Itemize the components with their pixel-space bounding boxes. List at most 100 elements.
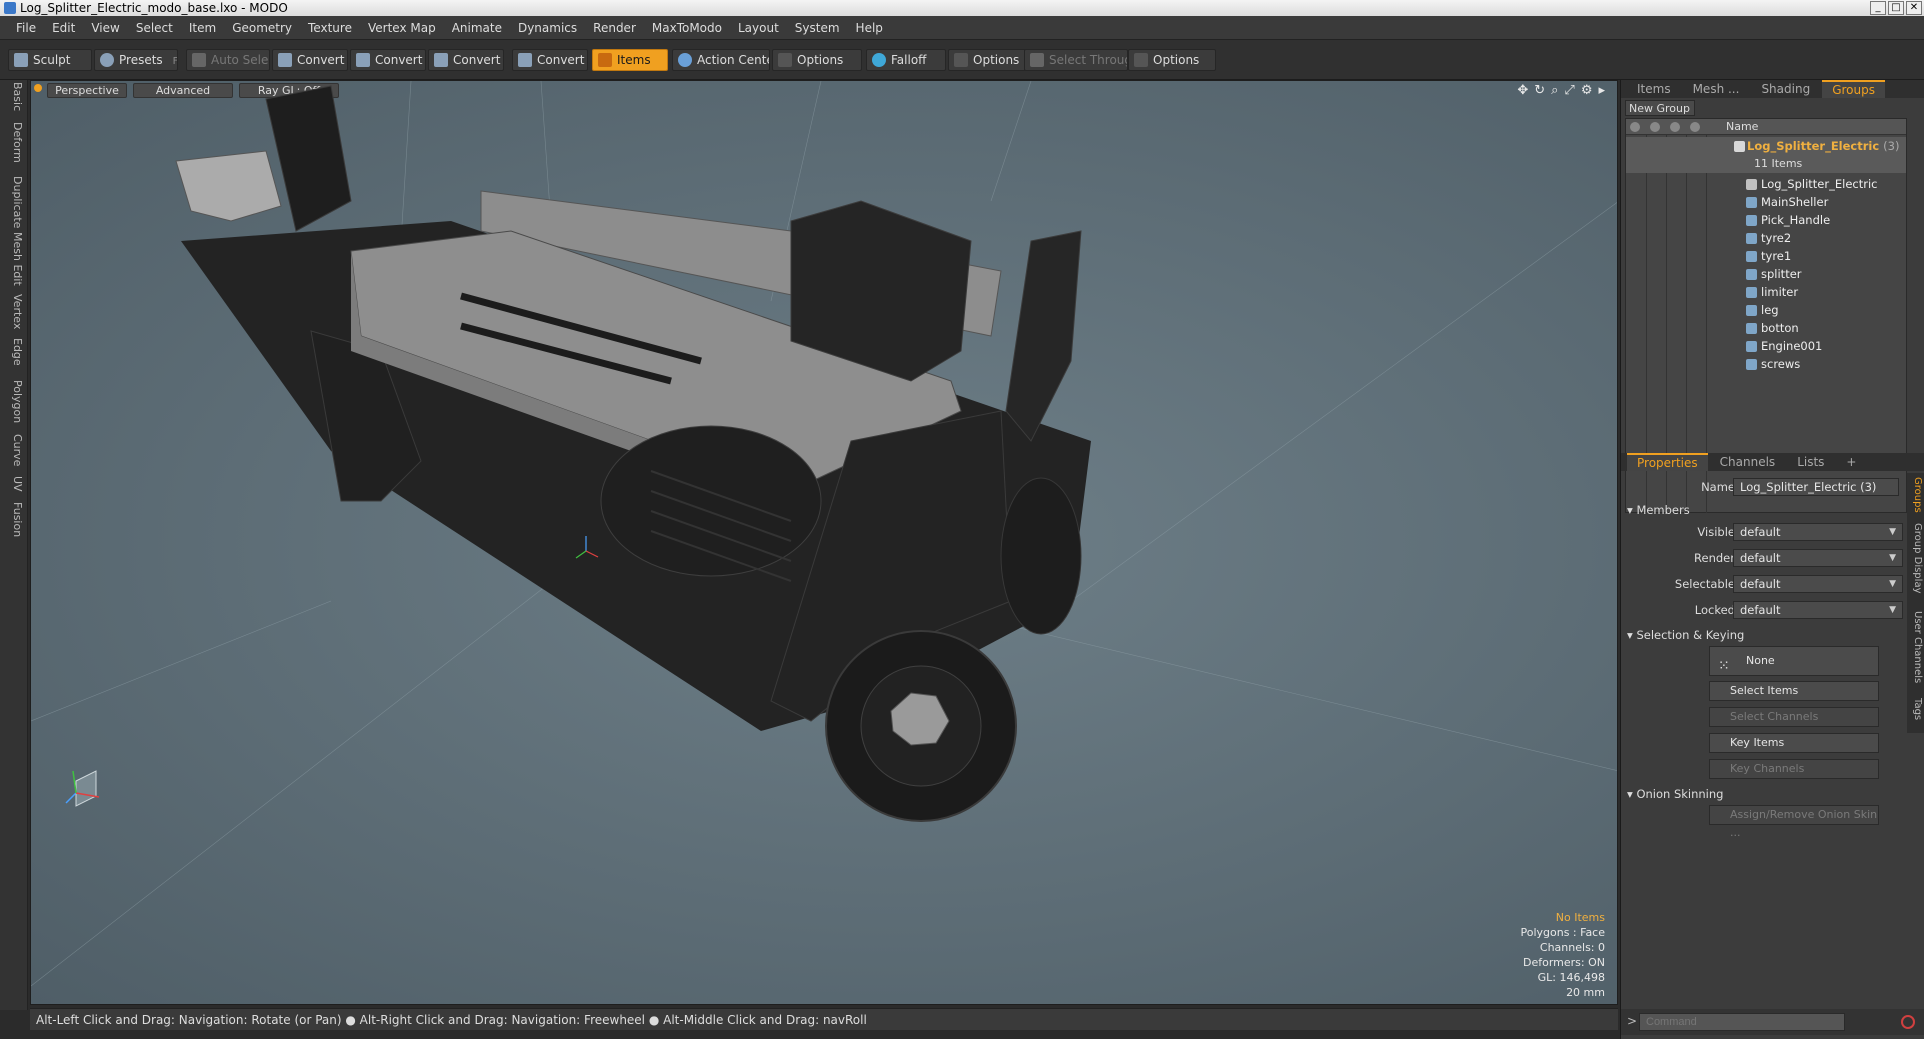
selectable-dropdown[interactable]: default ▼ bbox=[1733, 575, 1903, 593]
key-channels-button[interactable]: Key Channels bbox=[1709, 759, 1879, 779]
menu-layout[interactable]: Layout bbox=[730, 21, 787, 35]
side-tab-group-display[interactable]: Group Display bbox=[1909, 523, 1923, 593]
side-tab-tags[interactable]: Tags bbox=[1909, 698, 1923, 720]
tab-uv[interactable]: UV bbox=[4, 476, 24, 492]
members-section-header[interactable]: ▾ Members bbox=[1627, 503, 1690, 517]
engine-motor bbox=[600, 425, 822, 577]
convert-vertices-button[interactable]: Convert bbox=[272, 49, 348, 71]
falloff-options-button[interactable]: Options bbox=[948, 49, 1028, 71]
auto-select-button[interactable]: Auto Select bbox=[186, 49, 270, 71]
status-bar: Alt-Left Click and Drag: Navigation: Rot… bbox=[30, 1008, 1618, 1030]
side-tab-user-channels[interactable]: User Channels bbox=[1909, 611, 1923, 683]
list-item[interactable]: Log_Splitter_Electric bbox=[1626, 175, 1906, 193]
convert-materials-button[interactable]: Convert bbox=[512, 49, 588, 71]
tab-curve[interactable]: Curve bbox=[4, 434, 24, 466]
menu-help[interactable]: Help bbox=[848, 21, 891, 35]
list-item[interactable]: Pick_Handle bbox=[1626, 211, 1906, 229]
menu-select[interactable]: Select bbox=[128, 21, 181, 35]
key-items-button[interactable]: Key Items bbox=[1709, 733, 1879, 753]
menu-animate[interactable]: Animate bbox=[444, 21, 510, 35]
select-through-button[interactable]: Select Through bbox=[1024, 49, 1128, 71]
group-name-field[interactable]: Log_Splitter_Electric (3) bbox=[1733, 478, 1899, 496]
tab-lists[interactable]: Lists bbox=[1787, 453, 1834, 471]
new-group-button[interactable]: New Group bbox=[1625, 100, 1695, 116]
render-column-icon[interactable] bbox=[1650, 122, 1660, 132]
list-item[interactable]: Engine001 bbox=[1626, 337, 1906, 355]
menu-texture[interactable]: Texture bbox=[300, 21, 360, 35]
render-dropdown[interactable]: default ▼ bbox=[1733, 549, 1903, 567]
visibility-column-icon[interactable] bbox=[1630, 122, 1640, 132]
tab-channels[interactable]: Channels bbox=[1710, 453, 1786, 471]
tab-fusion[interactable]: Fusion bbox=[4, 502, 24, 537]
select-channels-button[interactable]: Select Channels bbox=[1709, 707, 1879, 727]
window-title: Log_Splitter_Electric_modo_base.lxo - MO… bbox=[20, 1, 288, 15]
sculpt-button[interactable]: Sculpt bbox=[8, 49, 92, 71]
action-center-options-button[interactable]: Options bbox=[772, 49, 862, 71]
tab-items[interactable]: Items bbox=[1627, 80, 1681, 98]
tab-groups[interactable]: Groups bbox=[1822, 80, 1885, 98]
tab-properties[interactable]: Properties bbox=[1627, 453, 1708, 471]
mesh-icon bbox=[1746, 233, 1757, 244]
options-icon bbox=[954, 53, 968, 67]
locked-dropdown[interactable]: default ▼ bbox=[1733, 601, 1903, 619]
side-tab-groups[interactable]: Groups bbox=[1909, 477, 1923, 513]
group-row[interactable]: Log_Splitter_Electric (3) 11 Items bbox=[1626, 137, 1906, 173]
menu-render[interactable]: Render bbox=[585, 21, 644, 35]
tab-deform[interactable]: Deform bbox=[4, 122, 24, 163]
select-column-icon[interactable] bbox=[1690, 122, 1700, 132]
visible-row: Visible default ▼ bbox=[1621, 522, 1924, 542]
mesh-icon bbox=[1746, 197, 1757, 208]
tab-duplicate[interactable]: Duplicate bbox=[4, 176, 24, 228]
list-item[interactable]: splitter bbox=[1626, 265, 1906, 283]
tab-vertex[interactable]: Vertex bbox=[4, 294, 24, 329]
add-tab-button[interactable]: + bbox=[1836, 453, 1866, 471]
tab-mesh-edit[interactable]: Mesh Edit bbox=[4, 232, 24, 286]
close-button[interactable]: ✕ bbox=[1906, 1, 1922, 15]
menu-view[interactable]: View bbox=[83, 21, 127, 35]
tab-mesh[interactable]: Mesh ... bbox=[1683, 80, 1750, 98]
maximize-button[interactable]: □ bbox=[1888, 1, 1904, 15]
list-item[interactable]: botton bbox=[1626, 319, 1906, 337]
minimize-button[interactable]: _ bbox=[1870, 1, 1886, 15]
list-item[interactable]: tyre2 bbox=[1626, 229, 1906, 247]
menu-edit[interactable]: Edit bbox=[44, 21, 83, 35]
command-input[interactable] bbox=[1639, 1013, 1845, 1031]
convert-polygons-button[interactable]: Convert bbox=[428, 49, 504, 71]
onion-skinning-section-header[interactable]: ▾ Onion Skinning bbox=[1627, 787, 1723, 801]
action-center-button[interactable]: Action Center bbox=[672, 49, 770, 71]
list-item[interactable]: limiter bbox=[1626, 283, 1906, 301]
name-column-header[interactable]: Name bbox=[1726, 119, 1758, 135]
visible-dropdown[interactable]: default ▼ bbox=[1733, 523, 1903, 541]
log-splitter-model bbox=[31, 81, 1617, 987]
falloff-button[interactable]: Falloff bbox=[866, 49, 946, 71]
3d-viewport[interactable]: Perspective Advanced Ray GL: Off ✥ ↻ ⌕ ⤢… bbox=[30, 80, 1618, 1005]
record-icon[interactable] bbox=[1901, 1015, 1915, 1029]
select-items-button[interactable]: Select Items bbox=[1709, 681, 1879, 701]
menu-geometry[interactable]: Geometry bbox=[224, 21, 300, 35]
menu-vertex-map[interactable]: Vertex Map bbox=[360, 21, 444, 35]
select-through-options-button[interactable]: Options bbox=[1128, 49, 1216, 71]
list-item[interactable]: tyre1 bbox=[1626, 247, 1906, 265]
menu-item[interactable]: Item bbox=[181, 21, 224, 35]
selection-info: No Items bbox=[1555, 911, 1605, 924]
assign-onion-skin-button[interactable]: Assign/Remove Onion Skin ... bbox=[1709, 805, 1879, 839]
tab-edge[interactable]: Edge bbox=[4, 338, 24, 366]
list-item[interactable]: MainSheller bbox=[1626, 193, 1906, 211]
tab-shading[interactable]: Shading bbox=[1751, 80, 1820, 98]
tab-basic[interactable]: Basic bbox=[4, 82, 24, 111]
items-mode-button[interactable]: Items bbox=[592, 49, 668, 71]
menu-file[interactable]: File bbox=[8, 21, 44, 35]
menu-system[interactable]: System bbox=[787, 21, 848, 35]
convert-edges-button[interactable]: Convert bbox=[350, 49, 426, 71]
axis-orientation-gizmo bbox=[65, 770, 100, 807]
list-item[interactable]: leg bbox=[1626, 301, 1906, 319]
tab-polygon[interactable]: Polygon bbox=[4, 380, 24, 423]
selection-keying-section-header[interactable]: ▾ Selection & Keying bbox=[1627, 628, 1744, 642]
list-item[interactable]: screws bbox=[1626, 355, 1906, 373]
presets-button[interactable]: PresetsF6 bbox=[94, 49, 178, 71]
none-selection-button[interactable]: ⁙ None bbox=[1709, 646, 1879, 676]
lock-column-icon[interactable] bbox=[1670, 122, 1680, 132]
presets-icon bbox=[100, 53, 114, 67]
menu-maxtomodo[interactable]: MaxToModo bbox=[644, 21, 730, 35]
menu-dynamics[interactable]: Dynamics bbox=[510, 21, 585, 35]
